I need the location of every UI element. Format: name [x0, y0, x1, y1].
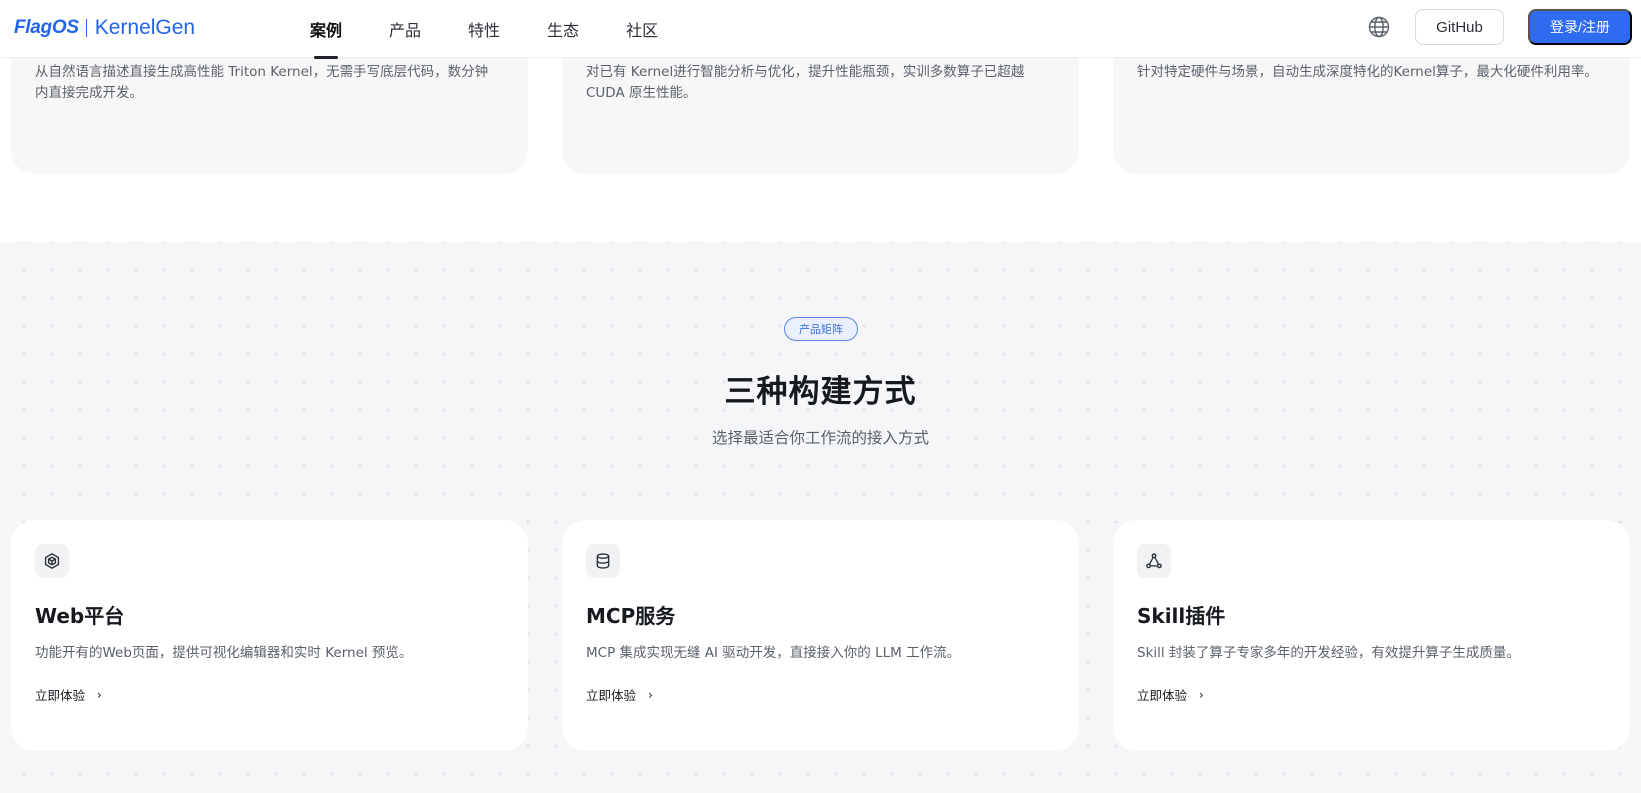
feature-card-desc: 针对特定硬件与场景，自动生成深度特化的Kernel算子，最大化硬件利用率。 [1137, 64, 1598, 80]
feature-card-desc: 从自然语言描述直接生成高性能 Triton Kernel，无需手写底层代码，数分… [35, 64, 489, 101]
nav-link-cases[interactable]: 案例 [310, 0, 342, 59]
nav-link-community[interactable]: 社区 [626, 0, 658, 58]
product-card-title: Skill插件 [1137, 604, 1226, 628]
product-card-desc: 功能开有的Web页面，提供可视化编辑器和实时 Kernel 预览。 [35, 645, 413, 661]
nav-link-features[interactable]: 特性 [468, 0, 500, 58]
github-button[interactable]: GitHub [1415, 9, 1504, 45]
try-now-label: 立即体验 [586, 688, 637, 703]
logo-divider [85, 19, 87, 37]
try-now-link-mcp[interactable]: 立即体验 › [586, 685, 653, 704]
logo-brand: FlagOS [14, 17, 79, 38]
section-title: 三种构建方式 [724, 374, 917, 410]
product-card-title: MCP服务 [586, 604, 676, 628]
product-card-desc: Skill 封装了算子专家多年的开发经验，有效提升算子生成质量。 [1137, 645, 1520, 661]
product-card-desc: MCP 集成实现无缝 AI 驱动开发，直接接入你的 LLM 工作流。 [586, 645, 961, 661]
chevron-right-icon: › [97, 687, 102, 702]
chevron-right-icon: › [648, 687, 653, 702]
nav-link-products[interactable]: 产品 [389, 0, 421, 58]
try-now-link-web[interactable]: 立即体验 › [35, 685, 102, 704]
nav-links: 案例 产品 特性 生态 社区 [310, 0, 705, 59]
hexagon-cube-icon [35, 544, 69, 578]
login-register-button[interactable]: 登录/注册 [1528, 9, 1632, 45]
product-card-mcp: MCP服务 MCP 集成实现无缝 AI 驱动开发，直接接入你的 LLM 工作流。… [562, 520, 1079, 751]
product-card-title: Web平台 [35, 604, 125, 628]
database-icon [586, 544, 620, 578]
network-nodes-icon [1137, 544, 1171, 578]
chevron-right-icon: › [1199, 687, 1204, 702]
logo[interactable]: FlagOS KernelGen [14, 13, 195, 43]
product-card-skill: Skill插件 Skill 封装了算子专家多年的开发经验，有效提升算子生成质量。… [1113, 520, 1630, 751]
try-now-link-skill[interactable]: 立即体验 › [1137, 685, 1204, 704]
try-now-label: 立即体验 [1137, 688, 1188, 703]
try-now-label: 立即体验 [35, 688, 86, 703]
feature-card-desc: 对已有 Kernel进行智能分析与优化，提升性能瓶颈，实训多数算子已超越 CUD… [586, 64, 1025, 101]
logo-product: KernelGen [94, 16, 196, 39]
globe-icon[interactable] [1367, 15, 1391, 39]
nav-link-ecosystem[interactable]: 生态 [547, 0, 579, 58]
section-tag: 产品矩阵 [784, 317, 858, 341]
top-nav: FlagOS KernelGen 案例 产品 特性 生态 社区 GitHub 登… [0, 0, 1641, 59]
product-card-web: Web平台 功能开有的Web页面，提供可视化编辑器和实时 Kernel 预览。 … [11, 520, 528, 751]
section-subtitle: 选择最适合你工作流的接入方式 [711, 429, 929, 447]
